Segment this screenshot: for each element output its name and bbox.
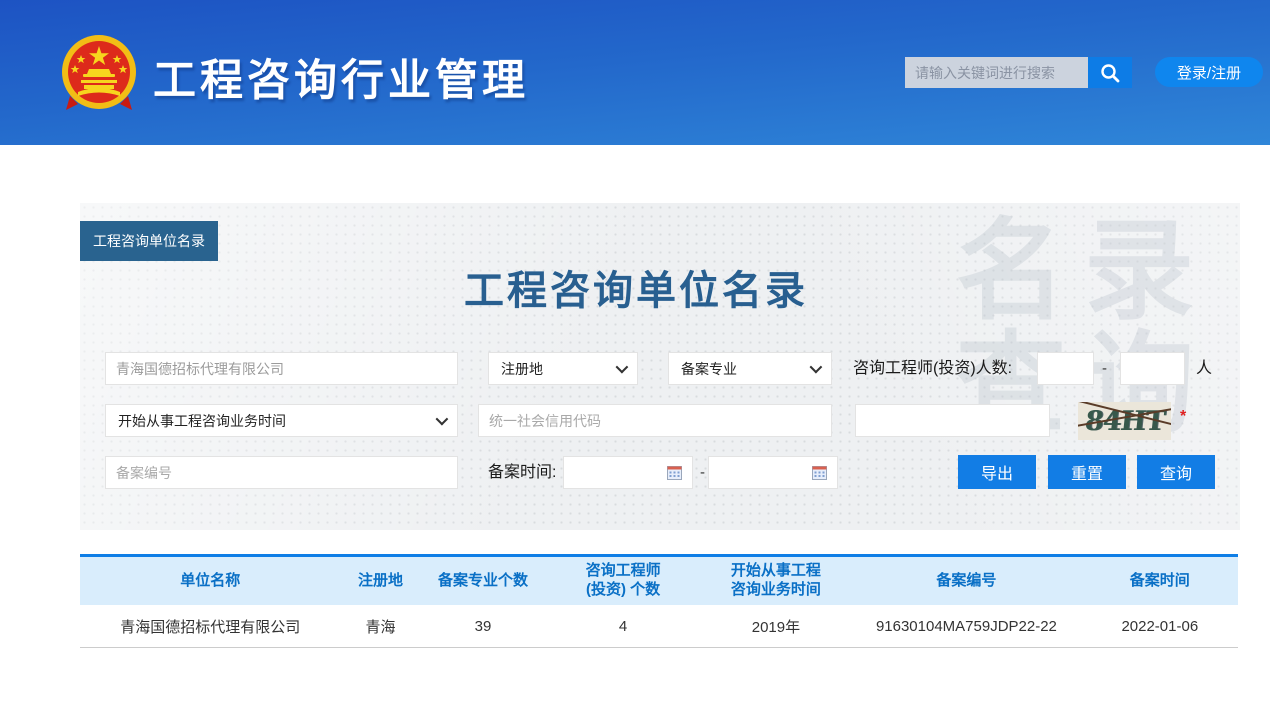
col-header-engineer-cnt: 咨询工程师 (投资) 个数 [546, 562, 701, 600]
login-register-button[interactable]: 登录/注册 [1155, 57, 1263, 87]
credit-code-input[interactable] [478, 404, 832, 437]
search-input[interactable] [905, 57, 1088, 88]
cell-record-time: 2022-01-06 [1082, 618, 1238, 635]
record-time-label: 备案时间: [488, 456, 556, 489]
chevron-down-icon [810, 361, 823, 374]
cell-engineer-cnt: 4 [546, 618, 701, 635]
col-header-record-no: 备案编号 [851, 572, 1081, 591]
person-unit-label: 人 [1196, 352, 1212, 385]
required-asterisk: * [1180, 408, 1186, 426]
record-time-end-datepicker[interactable] [708, 456, 838, 489]
start-business-time-value: 开始从事工程咨询业务时间 [118, 411, 286, 431]
table-header-row: 单位名称 注册地 备案专业个数 咨询工程师 (投资) 个数 开始从事工程 咨询业… [80, 557, 1238, 605]
chevron-down-icon [616, 361, 629, 374]
cell-unit-name: 青海国德招标代理有限公司 [80, 616, 341, 637]
results-table: 单位名称 注册地 备案专业个数 咨询工程师 (投资) 个数 开始从事工程 咨询业… [80, 554, 1238, 648]
record-time-start-datepicker[interactable] [563, 456, 693, 489]
captcha-input[interactable] [855, 404, 1050, 437]
registration-place-value: 注册地 [501, 359, 543, 379]
col-header-reg-place: 注册地 [341, 572, 421, 591]
cell-specialty-cnt: 39 [420, 618, 545, 635]
col-header-record-time: 备案时间 [1082, 572, 1238, 591]
col-header-start-time: 开始从事工程 咨询业务时间 [701, 562, 852, 600]
range-dash: - [1102, 352, 1107, 385]
chevron-down-icon [436, 413, 449, 426]
calendar-icon [667, 465, 682, 480]
engineer-count-max-input[interactable] [1120, 352, 1185, 385]
calendar-icon [812, 465, 827, 480]
cell-reg-place: 青海 [341, 616, 421, 637]
col-header-unit-name: 单位名称 [80, 572, 341, 591]
col-header-specialty-cnt: 备案专业个数 [420, 572, 545, 591]
directory-search-panel: 名录 查询 工程咨询单位名录 工程咨询单位名录 注册地 备案专业 咨询工程师(投… [80, 203, 1240, 530]
record-number-input[interactable] [105, 456, 458, 489]
table-row[interactable]: 青海国德招标代理有限公司 青海 39 4 2019年 91630104MA759… [80, 605, 1238, 648]
company-name-input[interactable] [105, 352, 458, 385]
record-specialty-select[interactable]: 备案专业 [668, 352, 832, 385]
reset-button[interactable]: 重置 [1048, 455, 1126, 489]
cell-start-time: 2019年 [701, 616, 852, 637]
national-emblem-logo [56, 34, 142, 114]
engineer-count-label: 咨询工程师(投资)人数: [853, 352, 1012, 385]
registration-place-select[interactable]: 注册地 [488, 352, 638, 385]
captcha-image[interactable]: 84HT [1078, 402, 1171, 440]
search-icon [1099, 62, 1121, 84]
site-header: 工程咨询行业管理 登录/注册 [0, 0, 1270, 145]
range-dash: - [700, 456, 705, 489]
page-title: 工程咨询行业管理 [153, 46, 529, 108]
search-button[interactable] [1088, 57, 1132, 88]
panel-title: 工程咨询单位名录 [80, 258, 1216, 316]
start-business-time-select[interactable]: 开始从事工程咨询业务时间 [105, 404, 458, 437]
query-button[interactable]: 查询 [1137, 455, 1215, 489]
header-search [905, 57, 1132, 88]
export-button[interactable]: 导出 [958, 455, 1036, 489]
cell-record-no: 91630104MA759JDP22-22 [851, 618, 1081, 635]
record-specialty-value: 备案专业 [681, 359, 737, 379]
tab-consulting-unit-directory[interactable]: 工程咨询单位名录 [80, 221, 218, 261]
engineer-count-min-input[interactable] [1037, 352, 1094, 385]
